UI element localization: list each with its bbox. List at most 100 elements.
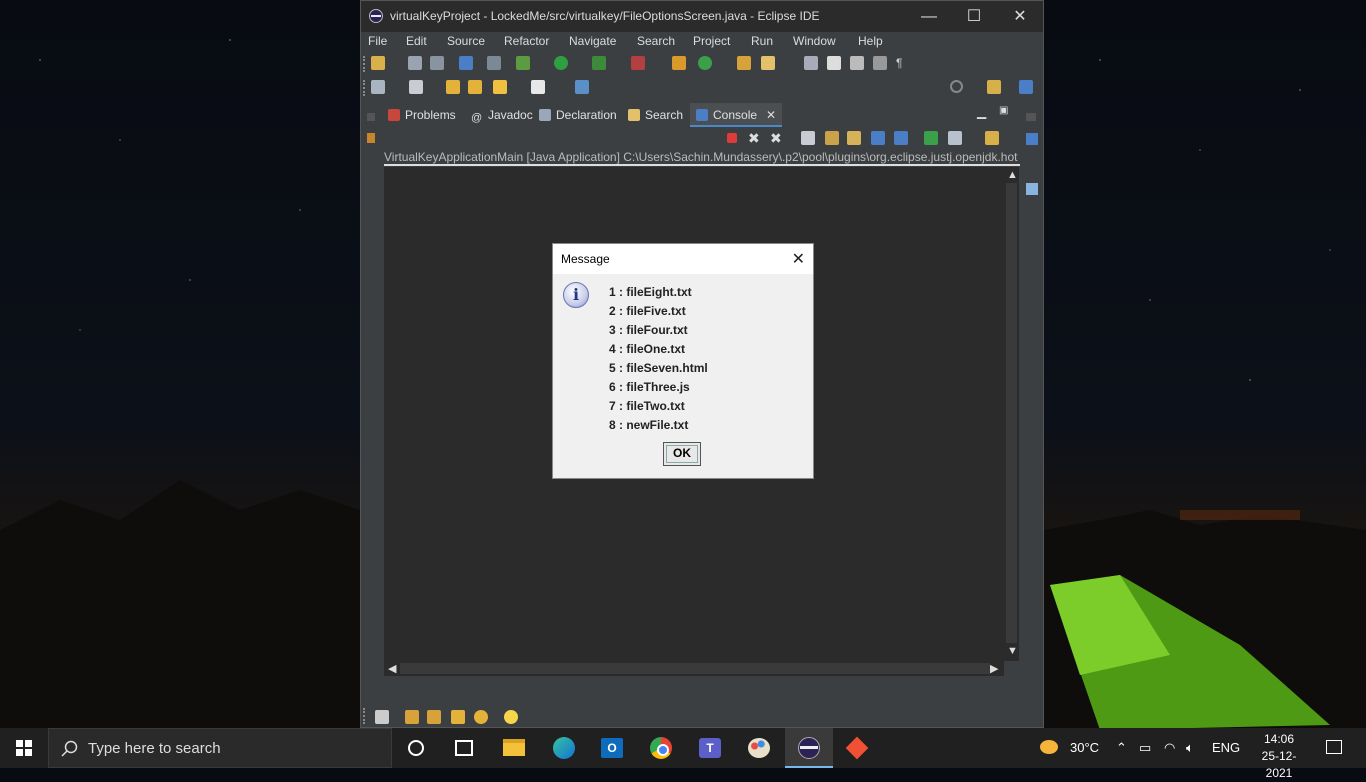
taskbar-edge[interactable] <box>540 728 588 768</box>
remove-all-icon[interactable]: ✖ <box>770 131 784 145</box>
copy-icon[interactable] <box>850 56 864 70</box>
tab-search[interactable]: Search <box>628 103 683 127</box>
open-console-icon[interactable] <box>985 131 999 145</box>
scroll-down-icon[interactable]: ▼ <box>1007 645 1018 657</box>
taskbar-file-explorer[interactable] <box>490 728 538 768</box>
clear-console-icon[interactable] <box>801 131 815 145</box>
restore-icon[interactable] <box>367 113 375 121</box>
horizontal-scroll-thumb[interactable] <box>400 663 990 674</box>
start-button[interactable] <box>0 728 48 768</box>
taskbar-chrome[interactable] <box>637 728 685 768</box>
menu-navigate[interactable]: Navigate <box>569 34 616 48</box>
minimize-button[interactable]: — <box>906 1 952 32</box>
show-on-output-icon[interactable] <box>871 131 885 145</box>
menu-project[interactable]: Project <box>693 34 730 48</box>
skip-breakpoints-icon[interactable] <box>487 56 501 70</box>
new-package-icon[interactable] <box>698 56 712 70</box>
scroll-right-icon[interactable]: ▶ <box>990 662 998 675</box>
scroll-left-icon[interactable]: ◀ <box>388 662 396 675</box>
vertical-scrollbar[interactable]: ▲ ▼ <box>1004 167 1019 661</box>
tip-icon[interactable] <box>504 710 518 724</box>
help-icon[interactable] <box>474 710 488 724</box>
debug-icon[interactable] <box>516 56 530 70</box>
horizontal-scrollbar[interactable]: ◀ ▶ <box>384 661 1004 676</box>
menu-edit[interactable]: Edit <box>406 34 427 48</box>
save-all-icon[interactable] <box>430 56 444 70</box>
taskbar-teams[interactable]: T <box>686 728 734 768</box>
annotation-icon[interactable] <box>804 56 818 70</box>
block-select-icon[interactable] <box>873 56 887 70</box>
next-annotation-icon[interactable] <box>409 80 423 94</box>
task-view-button[interactable] <box>440 728 488 768</box>
run-icon[interactable] <box>554 56 568 70</box>
battery-icon[interactable]: ▭ <box>1139 728 1151 768</box>
vertical-scroll-thumb[interactable] <box>1006 183 1017 643</box>
menu-search[interactable]: Search <box>637 34 675 48</box>
display-console-icon[interactable] <box>948 131 962 145</box>
task-list-icon[interactable] <box>1026 183 1038 195</box>
undo-icon[interactable] <box>375 710 389 724</box>
dialog-close-button[interactable]: ✕ <box>792 249 805 269</box>
menu-help[interactable]: Help <box>858 34 883 48</box>
remove-launch-icon[interactable]: ✖ <box>748 131 762 145</box>
restore-right-icon[interactable] <box>1026 113 1036 121</box>
scroll-up-icon[interactable]: ▲ <box>1007 169 1018 181</box>
tab-declaration[interactable]: Declaration <box>539 103 617 127</box>
forward-edit-icon[interactable] <box>468 80 482 94</box>
show-on-error-icon[interactable] <box>894 131 908 145</box>
ok-button[interactable]: OK <box>663 442 701 466</box>
search-tool-icon[interactable] <box>761 56 775 70</box>
package-explorer-icon[interactable] <box>367 133 375 143</box>
search-icon[interactable] <box>950 80 963 93</box>
menu-file[interactable]: File <box>368 34 387 48</box>
book-icon[interactable] <box>405 710 419 724</box>
notifications-button[interactable] <box>1310 728 1358 768</box>
wand-icon[interactable] <box>451 710 465 724</box>
taskbar-git[interactable] <box>833 728 881 768</box>
tutorial-icon[interactable] <box>427 710 441 724</box>
new-java-project-icon[interactable] <box>672 56 686 70</box>
open-type-icon[interactable] <box>737 56 751 70</box>
forward-icon[interactable] <box>531 80 545 94</box>
outline-icon[interactable] <box>1026 133 1038 145</box>
tab-javadoc[interactable]: @ Javadoc <box>471 103 533 127</box>
volume-icon[interactable]: 🔈︎ <box>1186 728 1194 768</box>
java-perspective-icon[interactable] <box>1019 80 1033 94</box>
maximize-button[interactable]: ☐ <box>951 1 997 32</box>
language-indicator[interactable]: ENG <box>1212 728 1240 768</box>
menu-refactor[interactable]: Refactor <box>504 34 549 48</box>
back-icon[interactable] <box>493 80 507 94</box>
taskbar-paint[interactable] <box>735 728 783 768</box>
external-tools-icon[interactable] <box>631 56 645 70</box>
cortana-button[interactable] <box>392 728 440 768</box>
scroll-lock-icon[interactable] <box>825 131 839 145</box>
terminal-icon[interactable] <box>459 56 473 70</box>
clock[interactable]: 14:06 25-12-2021 <box>1254 731 1304 782</box>
file-icon[interactable] <box>371 80 385 94</box>
close-button[interactable]: ✕ <box>997 1 1043 32</box>
taskbar-eclipse[interactable] <box>785 728 833 768</box>
pin-editor-icon[interactable] <box>575 80 589 94</box>
minimize-view-icon[interactable]: ▁ <box>977 105 986 119</box>
menu-window[interactable]: Window <box>793 34 836 48</box>
wifi-icon[interactable]: ◠ <box>1164 728 1175 768</box>
show-hidden-icons-icon[interactable]: ⌃ <box>1116 728 1127 768</box>
tab-close-icon[interactable]: ✕ <box>766 108 776 122</box>
tab-problems[interactable]: Problems <box>388 103 456 127</box>
save-icon[interactable] <box>408 56 422 70</box>
coverage-icon[interactable] <box>592 56 606 70</box>
pen-icon[interactable] <box>827 56 841 70</box>
taskbar-outlook[interactable]: O <box>588 728 636 768</box>
menu-source[interactable]: Source <box>447 34 485 48</box>
terminate-icon[interactable] <box>727 133 737 143</box>
last-edit-icon[interactable] <box>446 80 460 94</box>
word-wrap-icon[interactable] <box>847 131 861 145</box>
taskbar-search-box[interactable]: Type here to search <box>48 728 392 768</box>
maximize-view-icon[interactable]: ▣ <box>999 105 1008 116</box>
pilcrow-icon[interactable]: ¶ <box>896 56 910 70</box>
tab-console[interactable]: Console ✕ <box>690 103 783 127</box>
pin-console-icon[interactable] <box>924 131 938 145</box>
new-icon[interactable] <box>371 56 385 70</box>
open-perspective-icon[interactable] <box>987 80 1001 94</box>
menu-run[interactable]: Run <box>751 34 773 48</box>
